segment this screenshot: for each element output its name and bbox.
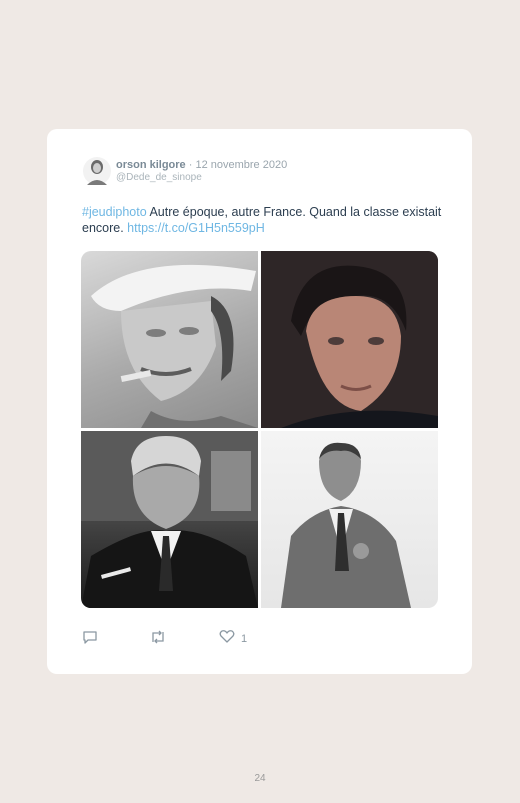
- reply-icon: [82, 629, 98, 650]
- author-handle[interactable]: @Dede_de_sinope: [116, 172, 202, 183]
- photo-man-tweed-suit[interactable]: [261, 431, 438, 608]
- photo-grid: [81, 251, 438, 608]
- retweet-icon: [149, 629, 167, 650]
- photo-man-white-cap-cigar[interactable]: [81, 251, 258, 428]
- header-separator: ·: [185, 159, 196, 171]
- like-button[interactable]: 1: [219, 629, 247, 649]
- reply-button[interactable]: [82, 629, 98, 650]
- retweet-button[interactable]: [149, 629, 167, 650]
- photo-man-dark-hair-portrait[interactable]: [261, 251, 438, 428]
- heart-icon: [219, 629, 235, 649]
- avatar[interactable]: [82, 156, 112, 186]
- photo-man-suit-cigarette[interactable]: [81, 431, 258, 608]
- page-number: 24: [254, 773, 266, 784]
- tweet-card: orson kilgore · 12 novembre 2020 @Dede_d…: [47, 129, 472, 674]
- tweet-text: #jeudiphoto Autre époque, autre France. …: [82, 204, 442, 236]
- tweet-header: orson kilgore · 12 novembre 2020: [116, 159, 287, 171]
- tweet-date[interactable]: 12 novembre 2020: [195, 159, 287, 171]
- tweet-actions: 1: [82, 629, 282, 647]
- author-name[interactable]: orson kilgore: [116, 159, 186, 171]
- like-count: 1: [241, 633, 248, 645]
- hashtag-link[interactable]: #jeudiphoto: [82, 205, 147, 219]
- tweet-link[interactable]: https://t.co/G1H5n559pH: [127, 221, 265, 235]
